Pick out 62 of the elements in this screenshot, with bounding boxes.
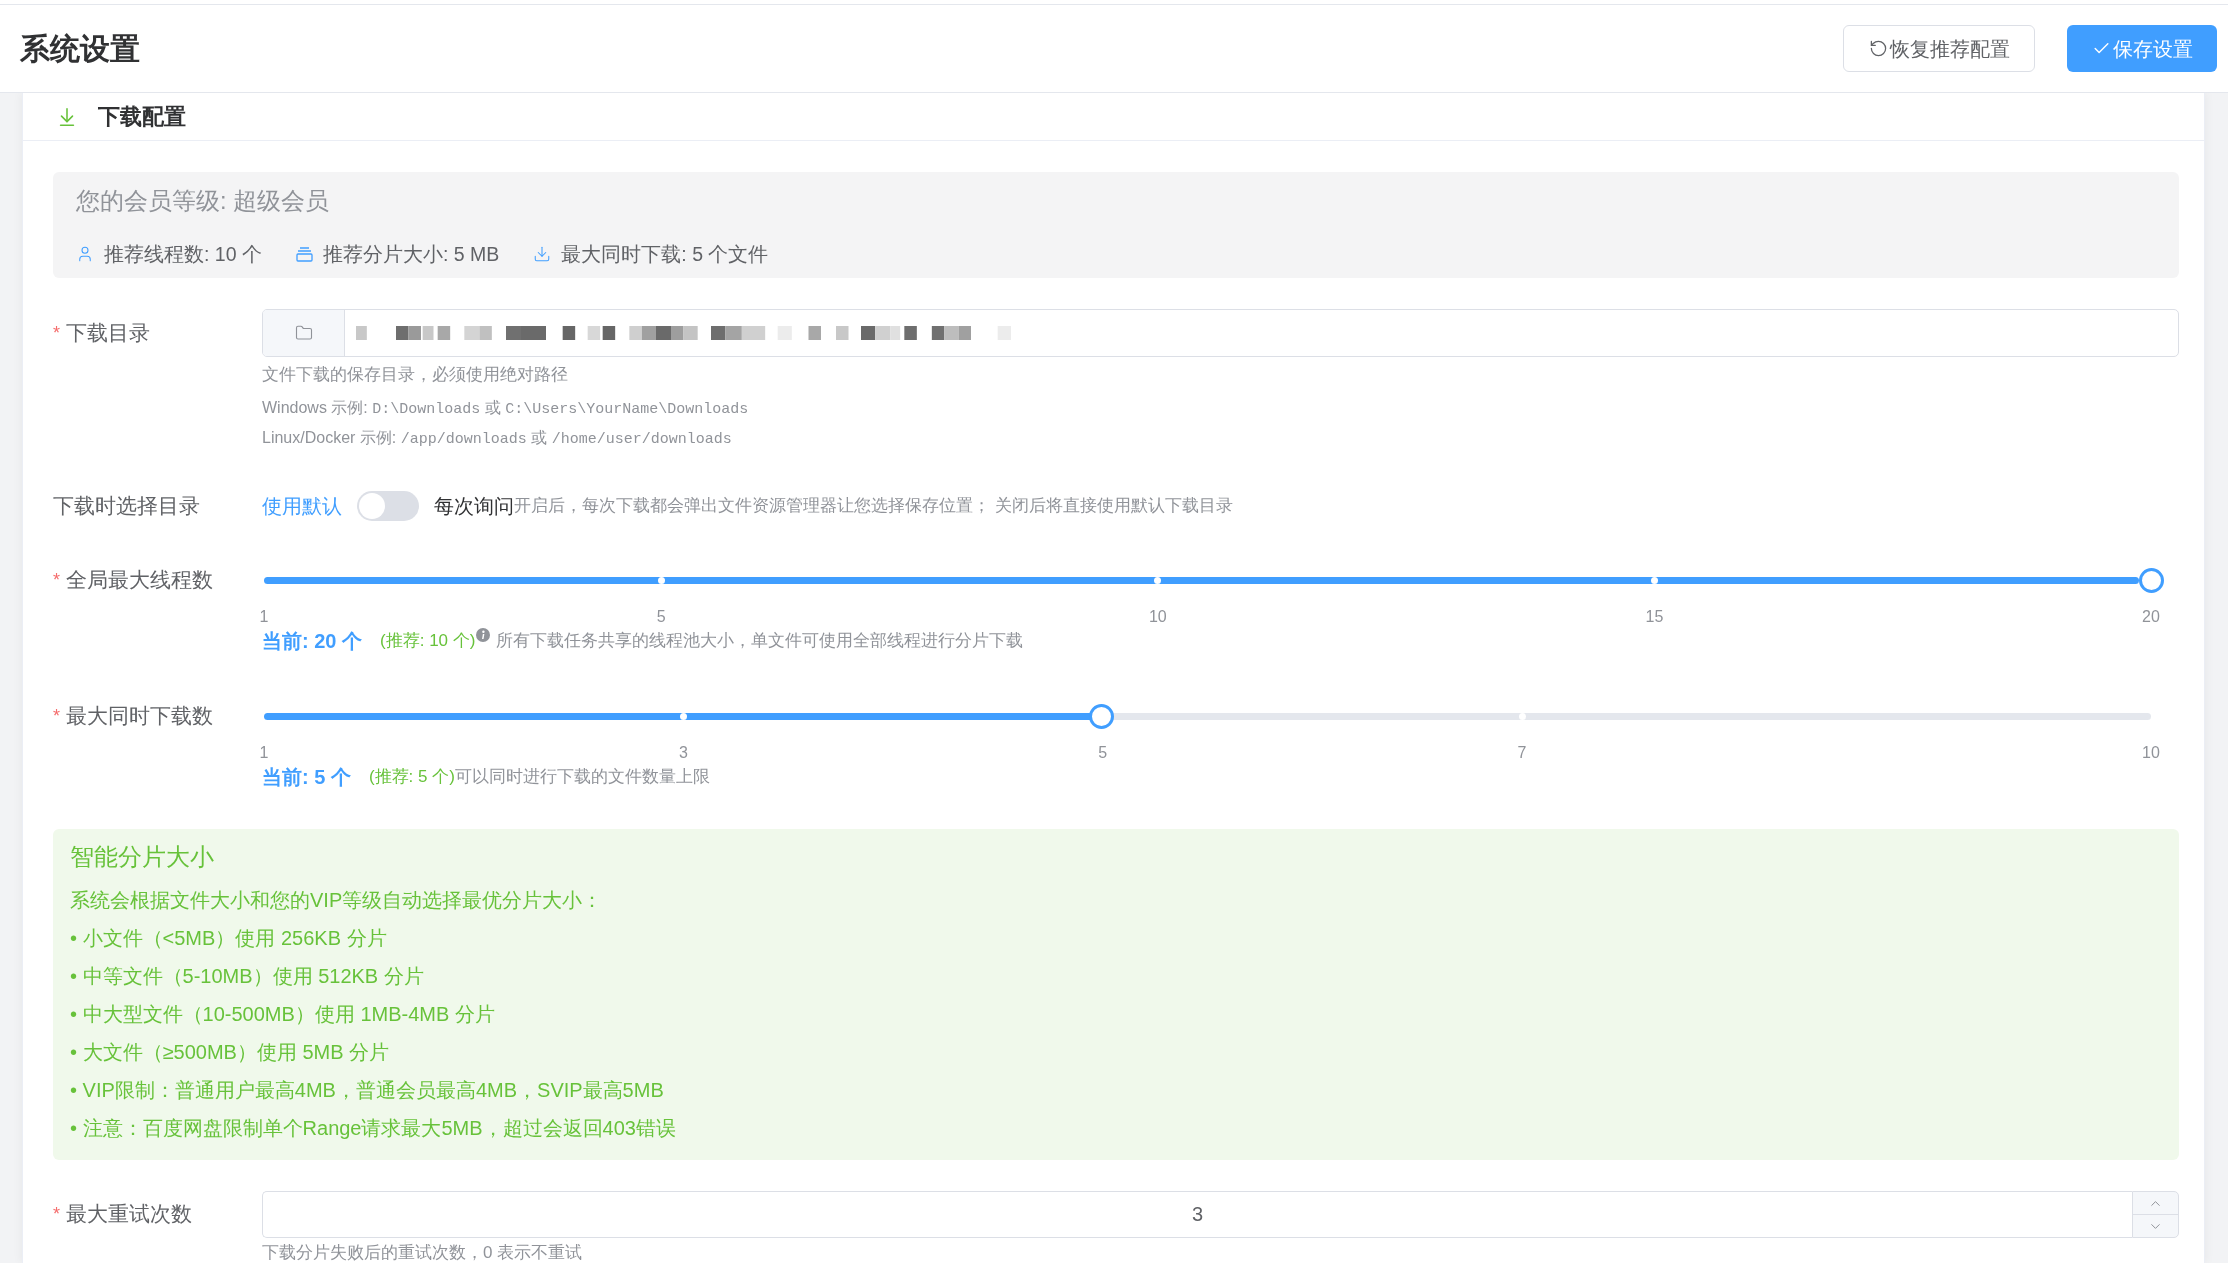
membership-stat: 最大同时下载: 5 个文件 [561, 242, 769, 267]
user-icon [76, 245, 94, 263]
directory-input-field[interactable] [262, 309, 2179, 357]
notice-bullet: • VIP限制：普通用户最高4MB，普通会员最高4MB，SVIP最高5MB [70, 1078, 664, 1103]
restore-defaults-button[interactable]: 恢复推荐配置 [1843, 25, 2035, 72]
slider-mark-label: 5 [656, 608, 666, 626]
switch-off-label: 使用默认 [262, 494, 342, 519]
slider-stop-icon [1650, 576, 1658, 584]
switch-description: 开启后，每次下载都会弹出文件资源管理器让您选择保存位置； 关闭后将直接使用默认下载目录 [514, 495, 1233, 518]
switch-on-label: 每次询问 [434, 494, 514, 519]
section-title: 下载配置 [98, 103, 186, 131]
slider-description: 可以同时进行下载的文件数量上限 [454, 766, 710, 789]
field-label: 最大重试次数 [66, 1201, 192, 1228]
membership-stat: 推荐分片大小: 5 MB [322, 242, 500, 267]
field-hint: 文件下载的保存目录，必须使用绝对路径 [262, 365, 568, 385]
slider-mark-label: 5 [1098, 744, 1108, 762]
slider-stop-icon [679, 712, 687, 720]
tray-icon [295, 246, 313, 262]
folder-icon [294, 324, 313, 342]
slider-mark-label: 1 [259, 744, 269, 762]
slider-mark-label: 1 [259, 608, 269, 626]
required-mark: * [53, 568, 60, 592]
field-label: 全局最大线程数 [66, 566, 213, 593]
field-label: 下载目录 [66, 319, 150, 346]
required-mark: * [53, 321, 60, 345]
slider-handle[interactable] [1089, 703, 1115, 729]
field-label: 最大同时下载数 [66, 702, 213, 729]
path-example-text: Linux/Docker 示例: /app/downloads 或 /home/user/downloads [262, 428, 732, 450]
retry-count-input-field[interactable]: 3 [262, 1191, 2132, 1238]
slider-description: 所有下载任务共享的线程池大小，单文件可使用全部线程进行分片下载 [496, 630, 1024, 653]
notice-bullet: • 小文件（<5MB）使用 256KB 分片 [70, 926, 387, 951]
slider-handle[interactable] [2138, 567, 2164, 593]
current-value: 当前: 5 个 [262, 765, 351, 790]
current-value: 当前: 20 个 [262, 629, 363, 654]
field-hint: 下载分片失败后的重试次数，0 表示不重试 [262, 1243, 583, 1263]
required-mark: * [53, 704, 60, 728]
field-label: 下载时选择目录 [53, 492, 200, 519]
notice-bullet: • 注意：百度网盘限制单个Range请求最大5MB，超过会返回403错误 [70, 1116, 676, 1141]
recommended-value: (推荐: 10 个) [380, 630, 476, 653]
slider-mark-label: 10 [1148, 608, 1167, 626]
slider-mark-label: 20 [2142, 608, 2160, 626]
notice-bullet: • 大文件（≥500MB）使用 5MB 分片 [70, 1040, 390, 1065]
membership-stat: 推荐线程数: 10 个 [104, 242, 262, 267]
download-icon [533, 245, 552, 263]
slider-mark-label: 3 [678, 744, 688, 762]
notice-bullet: • 中大型文件（10-500MB）使用 1MB-4MB 分片 [70, 1002, 495, 1027]
notice-title: 智能分片大小 [70, 842, 214, 872]
notice-intro: 系统会根据文件大小和您的VIP等级自动选择最优分片大小： [70, 888, 603, 913]
slider-mark-label: 7 [1517, 744, 1527, 762]
membership-level: 您的会员等级: 超级会员 [76, 187, 330, 216]
slider-mark-label: 15 [1645, 608, 1664, 626]
toggle-switch[interactable] [357, 491, 419, 521]
notice-bullet: • 中等文件（5-10MB）使用 512KB 分片 [70, 964, 424, 989]
path-example-text: Windows 示例: D:\Downloads 或 C:\Users\YourName\Downloads [262, 398, 749, 420]
slider-stop-icon [657, 576, 665, 584]
circular-arrow-icon [1868, 39, 1888, 58]
slider-stop-icon [1154, 576, 1162, 584]
page-title: 系统设置 [20, 31, 140, 67]
required-mark: * [53, 1203, 60, 1226]
slider-stop-icon [1518, 712, 1526, 720]
slider-mark-label: 10 [2142, 744, 2160, 762]
recommended-value: (推荐: 5 个) [368, 766, 455, 789]
